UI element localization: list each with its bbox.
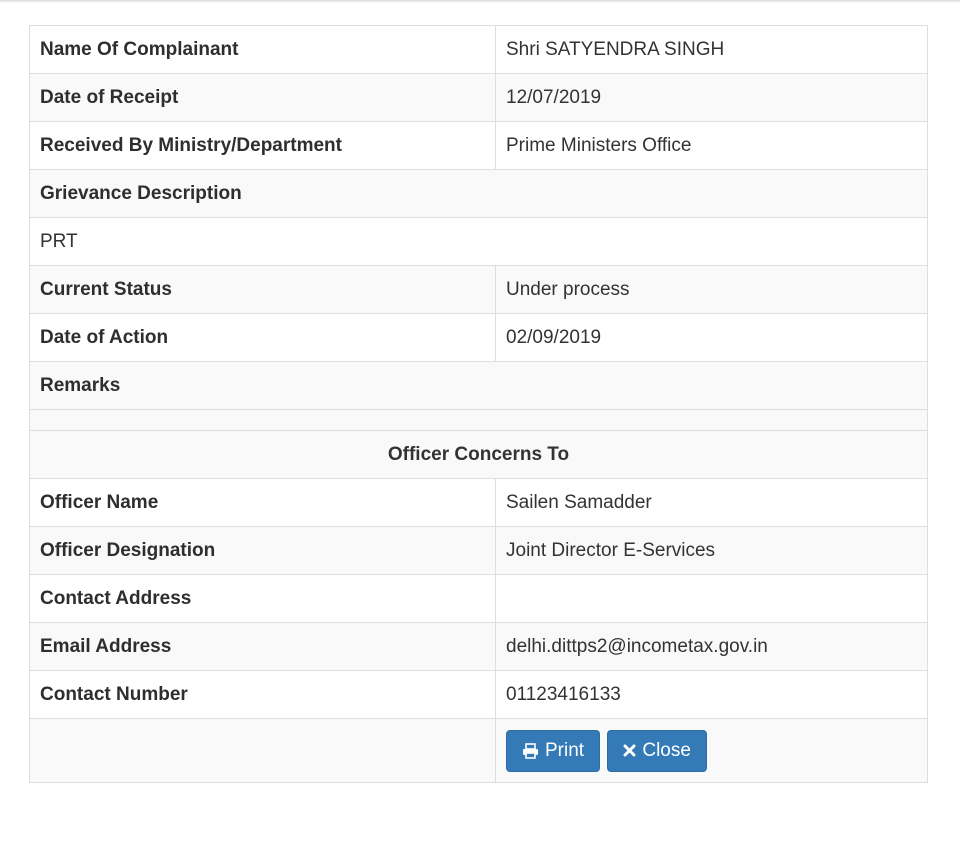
print-button[interactable]: Print [506,729,601,772]
table-row: Current Status Under process [29,265,928,314]
field-value: Joint Director E-Services [495,526,928,575]
actions-cell: Print Close [495,718,928,783]
email-value: delhi.dittps2@incometax.gov.in [495,622,928,671]
field-label: Date of Receipt [29,73,496,122]
table-row: Grievance Description [29,169,928,218]
close-button[interactable]: Close [607,729,707,772]
table-row: Email Address delhi.dittps2@incometax.go… [29,622,928,671]
table-row: PRT [29,217,928,266]
close-button-label: Close [642,739,691,761]
field-label: Current Status [29,265,496,314]
field-value: 01123416133 [495,670,928,719]
field-label: Email Address [29,622,496,671]
field-value: Prime Ministers Office [495,121,928,170]
field-label: Contact Address [29,574,496,623]
table-row: Received By Ministry/Department Prime Mi… [29,121,928,170]
remarks-value [29,409,928,431]
table-row: Date of Receipt 12/07/2019 [29,73,928,122]
field-label: Officer Name [29,478,496,527]
field-value: 02/09/2019 [495,313,928,362]
table-row: Remarks [29,361,928,410]
print-button-label: Print [545,739,585,761]
spacer-row [29,409,928,431]
table-row: Officer Designation Joint Director E-Ser… [29,526,928,575]
table-row: Officer Name Sailen Samadder [29,478,928,527]
status-value: Under process [495,265,928,314]
print-icon [522,742,539,759]
table-row: Contact Address [29,574,928,623]
section-title: Officer Concerns To [29,430,928,479]
grievance-status-page: Name Of Complainant Shri SATYENDRA SINGH… [0,0,960,861]
field-label: Date of Action [29,313,496,362]
field-label: Contact Number [29,670,496,719]
top-edge [0,0,960,26]
field-label: Received By Ministry/Department [29,121,496,170]
field-value: Shri SATYENDRA SINGH [495,25,928,74]
table-row: Officer Concerns To [29,430,928,479]
table-row: Name Of Complainant Shri SATYENDRA SINGH [29,25,928,74]
field-label: Name Of Complainant [29,25,496,74]
field-label: Officer Designation [29,526,496,575]
table-row: Contact Number 01123416133 [29,670,928,719]
actions-empty-cell [29,718,496,783]
field-value: Sailen Samadder [495,478,928,527]
field-value [495,574,928,623]
actions-row: Print Close [29,718,928,783]
remarks-label: Remarks [29,361,928,410]
grievance-description-value: PRT [29,217,928,266]
field-value: 12/07/2019 [495,73,928,122]
table-row: Date of Action 02/09/2019 [29,313,928,362]
grievance-details-table: Name Of Complainant Shri SATYENDRA SINGH… [29,25,928,783]
grievance-description-label: Grievance Description [29,169,928,218]
close-icon [623,744,636,757]
top-shadow [0,0,960,3]
